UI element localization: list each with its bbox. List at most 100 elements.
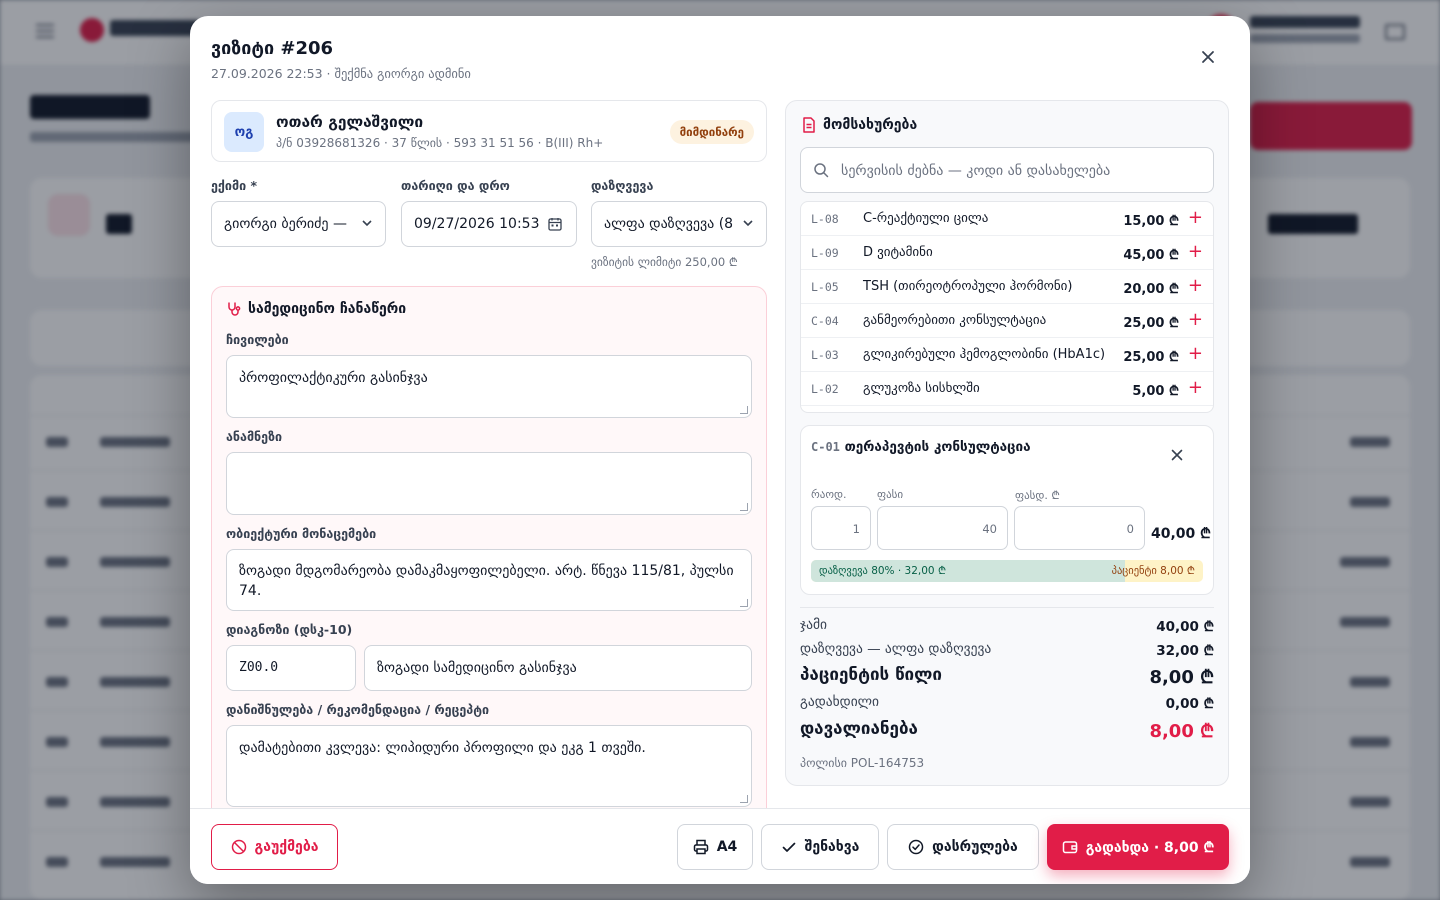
service-row[interactable]: L-03 გლიკირებული ჰემოგლობინი (HbA1c) 25,… bbox=[801, 338, 1213, 372]
service-row[interactable]: L-08 C-რეაქტიული ცილა 15,00 ₾ + bbox=[801, 202, 1213, 236]
service-row[interactable]: C-04 განმეორებითი კონსულტაცია 25,00 ₾ + bbox=[801, 304, 1213, 338]
anamnesis-textarea[interactable] bbox=[226, 452, 752, 515]
complete-button[interactable]: დასრულება bbox=[887, 824, 1039, 870]
insurance-sum-label: დაზღვევა — ალფა დაზღვევა bbox=[800, 641, 992, 657]
pay-label: გადახდა · 8,00 ₾ bbox=[1085, 839, 1215, 856]
add-service-icon[interactable]: + bbox=[1188, 344, 1203, 364]
patient-meta: პ/ნ 03928681326 · 37 წლის · 593 31 51 56… bbox=[276, 136, 604, 150]
selected-service-card: C-01 თერაპევტის კონსულტაცია რაოდ. ფასი ფ… bbox=[800, 425, 1214, 595]
complaints-textarea[interactable]: პროფილაქტიკური გასინჯვა bbox=[226, 355, 752, 418]
close-modal-button[interactable] bbox=[1195, 44, 1221, 70]
insurance-coverage-text: დაზღვევა 80% · 32,00 ₾ bbox=[819, 565, 947, 577]
qty-input[interactable]: 1 bbox=[811, 506, 871, 550]
total-label: ჯამი bbox=[800, 617, 828, 633]
service-code: C-04 bbox=[811, 314, 839, 328]
total-value: 40,00 ₾ bbox=[1156, 619, 1214, 635]
services-panel: მომსახურება სერვისის ძებნა — კოდი ან დას… bbox=[785, 100, 1229, 786]
visit-form: ოგ ოთარ გელაშვილი პ/ნ 03928681326 · 37 წ… bbox=[211, 100, 767, 808]
paid-value: 0,00 ₾ bbox=[1165, 696, 1214, 712]
add-service-icon[interactable]: + bbox=[1188, 310, 1203, 330]
doctor-select[interactable]: გიორგი ბერიძე — bbox=[211, 201, 386, 247]
service-name: გლიკირებული ჰემოგლობინი (HbA1c) bbox=[863, 347, 1106, 362]
datetime-label: თარიღი და დრო bbox=[401, 178, 510, 193]
document-icon bbox=[803, 117, 815, 133]
diagnosis-label: დიაგნოზი (დსკ-10) bbox=[226, 622, 353, 637]
diagnosis-text-input[interactable]: ზოგადი სამედიცინო გასინჯვა bbox=[364, 645, 752, 691]
service-search-placeholder: სერვისის ძებნა — კოდი ან დასახელება bbox=[841, 163, 1111, 179]
wallet-icon bbox=[1062, 841, 1077, 854]
service-name: განმეორებითი კონსულტაცია bbox=[863, 313, 1047, 328]
service-list: L-08 C-რეაქტიული ცილა 15,00 ₾ + L-09 D ვ… bbox=[800, 201, 1214, 413]
service-name: C-რეაქტიული ცილა bbox=[863, 211, 989, 226]
patient-card: ოგ ოთარ გელაშვილი პ/ნ 03928681326 · 37 წ… bbox=[211, 100, 767, 162]
selected-service-code: C-01 bbox=[811, 440, 840, 454]
anamnesis-label: ანამნეზი bbox=[226, 429, 283, 444]
coverage-bar: დაზღვევა 80% · 32,00 ₾ პაციენტი 8,00 ₾ bbox=[811, 560, 1203, 582]
discount-input[interactable]: 0 bbox=[1014, 506, 1145, 550]
diagnosis-code-input[interactable]: Z00.0 bbox=[226, 645, 356, 691]
modal-subtitle: 27.09.2026 22:53 · შექმნა გიორგი ადმინი bbox=[211, 66, 471, 81]
pay-button[interactable]: გადახდა · 8,00 ₾ bbox=[1047, 824, 1229, 870]
service-code: L-03 bbox=[811, 348, 839, 362]
add-service-icon[interactable]: + bbox=[1188, 276, 1203, 296]
add-service-icon[interactable]: + bbox=[1188, 378, 1203, 398]
service-search-input[interactable]: სერვისის ძებნა — კოდი ან დასახელება bbox=[800, 147, 1214, 193]
patient-share-label: პაციენტის წილი bbox=[800, 665, 942, 685]
complete-label: დასრულება bbox=[932, 839, 1018, 855]
visit-modal: ვიზიტი #206 27.09.2026 22:53 · შექმნა გი… bbox=[190, 16, 1250, 884]
services-header: მომსახურება bbox=[802, 117, 917, 133]
qty-value: 1 bbox=[852, 522, 860, 536]
service-price: 25,00 ₾ bbox=[1123, 316, 1179, 331]
service-code: L-09 bbox=[811, 246, 839, 260]
save-button[interactable]: შენახვა bbox=[761, 824, 879, 870]
datetime-input[interactable]: 09/27/2026 10:53 bbox=[401, 201, 577, 247]
service-row[interactable]: L-05 TSH (თირეოტროპული ჰორმონი) 20,00 ₾ … bbox=[801, 270, 1213, 304]
printer-icon bbox=[693, 839, 708, 855]
plan-label: დანიშნულება / რეკომენდაცია / რეცეპტი bbox=[226, 702, 490, 717]
medical-record-title: სამედიცინო ჩანაწერი bbox=[248, 301, 407, 317]
debt-label: დავალიანება bbox=[800, 719, 918, 739]
check-circle-icon bbox=[908, 839, 924, 855]
ban-icon bbox=[231, 839, 246, 855]
print-a4-button[interactable]: A4 bbox=[677, 824, 753, 870]
services-title: მომსახურება bbox=[823, 117, 918, 133]
cancel-visit-button[interactable]: გაუქმება bbox=[211, 824, 338, 870]
cancel-visit-label: გაუქმება bbox=[254, 839, 319, 855]
paid-label: გადახდილი bbox=[800, 694, 880, 710]
selected-service-name: თერაპევტის კონსულტაცია bbox=[844, 439, 1031, 455]
service-name: TSH (თირეოტროპული ჰორმონი) bbox=[863, 279, 1073, 294]
summary-divider bbox=[800, 607, 1214, 608]
insurance-select[interactable]: ალფა დაზღვევა (8 bbox=[591, 201, 767, 247]
service-row[interactable]: L-09 D ვიტამინი 45,00 ₾ + bbox=[801, 236, 1213, 270]
diagnosis-code: Z00.0 bbox=[239, 660, 279, 675]
service-name: გლუკოზა სისხლში bbox=[863, 381, 980, 396]
stethoscope-icon bbox=[228, 302, 241, 316]
service-code: L-05 bbox=[811, 280, 839, 294]
add-service-icon[interactable]: + bbox=[1188, 242, 1203, 262]
medical-record-header: სამედიცინო ჩანაწერი bbox=[226, 301, 406, 317]
service-price: 20,00 ₾ bbox=[1123, 282, 1179, 297]
insurance-sum-value: 32,00 ₾ bbox=[1156, 643, 1214, 659]
discount-value: 0 bbox=[1126, 522, 1134, 536]
datetime-value: 09/27/2026 10:53 bbox=[414, 216, 540, 232]
modal-title: ვიზიტი #206 bbox=[211, 38, 334, 59]
chevron-down-icon bbox=[743, 220, 753, 227]
doctor-label: ექიმი * bbox=[211, 178, 258, 193]
service-name: D ვიტამინი bbox=[863, 245, 933, 260]
objective-textarea[interactable]: ზოგადი მდგომარეობა დამაკმაყოფილებელი. არ… bbox=[226, 549, 752, 611]
add-service-icon[interactable]: + bbox=[1188, 208, 1203, 228]
diagnosis-text: ზოგადი სამედიცინო გასინჯვა bbox=[377, 660, 577, 676]
insurance-value: ალფა დაზღვევა (8 bbox=[604, 216, 734, 232]
patient-name[interactable]: ოთარ გელაშვილი bbox=[276, 113, 423, 131]
service-row[interactable]: L-02 გლუკოზა სისხლში 5,00 ₾ + bbox=[801, 372, 1213, 406]
medical-record-section: სამედიცინო ჩანაწერი ჩივილები პროფილაქტიკ… bbox=[211, 286, 767, 808]
price-input[interactable]: 40 bbox=[877, 506, 1008, 550]
plan-textarea[interactable]: დამატებითი კვლევა: ლიპიდური პროფილი და ე… bbox=[226, 725, 752, 807]
service-price: 45,00 ₾ bbox=[1123, 248, 1179, 263]
check-icon bbox=[782, 842, 795, 852]
calendar-icon[interactable] bbox=[548, 217, 562, 231]
remove-service-button[interactable] bbox=[1171, 446, 1183, 465]
print-a4-label: A4 bbox=[716, 839, 738, 855]
price-label: ფასი bbox=[877, 488, 904, 501]
service-price: 5,00 ₾ bbox=[1132, 384, 1179, 399]
